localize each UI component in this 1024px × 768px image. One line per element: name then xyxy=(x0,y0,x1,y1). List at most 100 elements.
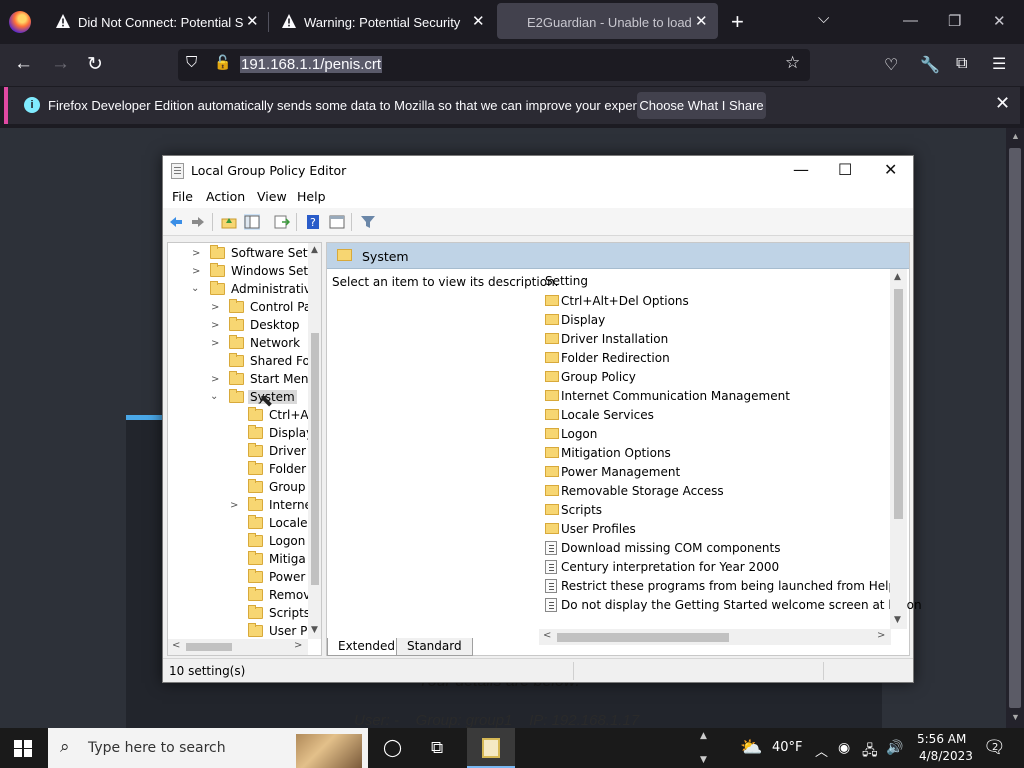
list-tabs-chevron-down-icon[interactable]: ⌵ xyxy=(818,10,829,27)
clock-date[interactable]: 4/8/2023 xyxy=(919,749,973,763)
weather-cloud-sun-icon[interactable]: ⛅ xyxy=(740,737,762,758)
expand-chevron-right-icon[interactable]: > xyxy=(192,248,200,259)
url-text[interactable]: 191.168.1.1/penis.crt xyxy=(240,56,383,73)
menu-help[interactable]: Help xyxy=(297,189,326,204)
window-title: Local Group Policy Editor xyxy=(191,163,347,178)
scroll-down-icon[interactable]: ▼ xyxy=(1011,712,1020,722)
reload-icon[interactable]: ↻ xyxy=(87,53,103,76)
expand-chevron-right-icon[interactable]: > xyxy=(211,302,219,313)
folder-icon xyxy=(248,587,263,601)
window-title-bar[interactable]: Local Group Policy Editor — ☐ ✕ xyxy=(163,156,913,186)
tab-close-icon[interactable]: ✕ xyxy=(472,12,485,30)
page-scroll-thumb[interactable] xyxy=(1009,148,1021,708)
menu-action[interactable]: Action xyxy=(206,189,245,204)
close-window-icon[interactable]: ✕ xyxy=(993,12,1006,30)
folder-icon xyxy=(545,314,559,325)
scroll-down-icon[interactable]: ▼ xyxy=(311,625,318,635)
firefox-logo-icon[interactable] xyxy=(9,11,31,33)
gpedit-app-icon xyxy=(171,163,184,179)
tree-horizontal-scrollbar[interactable]: < > xyxy=(168,639,308,655)
properties-icon[interactable] xyxy=(329,214,345,230)
clock-time[interactable]: 5:56 AM xyxy=(917,732,966,746)
scroll-up-icon[interactable]: ▲ xyxy=(1011,131,1020,141)
url-bar[interactable]: ⛉ 🔓 191.168.1.1/penis.crt ☆ xyxy=(178,49,810,81)
windows-start-icon[interactable] xyxy=(14,740,32,757)
tab-did-not-connect[interactable]: Did Not Connect: Potential Security Issu… xyxy=(44,0,264,44)
cortana-icon[interactable]: ◯ xyxy=(383,738,402,758)
page-scrollbar[interactable]: ▲ ▼ xyxy=(1006,128,1024,728)
tab-close-icon[interactable]: ✕ xyxy=(246,12,259,30)
settings-vertical-scrollbar[interactable]: ▲ ▼ xyxy=(890,269,907,629)
folder-icon xyxy=(545,428,559,439)
settings-scroll-thumb[interactable] xyxy=(894,289,903,519)
scroll-up-icon[interactable]: ▲ xyxy=(894,272,901,282)
setting-label: User Profiles xyxy=(561,522,636,536)
scroll-down-icon[interactable]: ▼ xyxy=(894,615,901,625)
tree-hscroll-thumb[interactable] xyxy=(186,643,232,651)
pocket-icon[interactable]: ♡ xyxy=(884,55,898,75)
tab-extended[interactable]: Extended xyxy=(327,638,406,656)
forward-arrow-icon[interactable] xyxy=(190,214,206,230)
scroll-left-icon[interactable]: < xyxy=(172,640,180,651)
choose-what-i-share-button[interactable]: Choose What I Share xyxy=(637,92,766,119)
wrench-icon[interactable]: 🔧 xyxy=(920,55,940,75)
volume-icon[interactable]: 🔊 xyxy=(886,740,903,756)
new-tab-icon[interactable]: + xyxy=(731,9,744,35)
setting-label: Scripts xyxy=(561,503,603,517)
forward-icon[interactable]: → xyxy=(51,53,70,75)
menu-hamburger-icon[interactable]: ☰ xyxy=(992,54,1006,74)
maximize-icon[interactable]: ☐ xyxy=(838,160,852,179)
help-icon[interactable]: ? xyxy=(305,214,321,230)
taskbar-app-gpedit[interactable] xyxy=(467,728,515,768)
scroll-up-icon[interactable]: ▲ xyxy=(311,245,318,255)
toolbar-separator xyxy=(296,213,297,231)
folder-icon xyxy=(229,371,244,385)
collapse-chevron-down-icon[interactable]: ⌄ xyxy=(210,391,218,402)
tab-close-icon[interactable]: ✕ xyxy=(695,12,708,30)
bookmark-star-icon[interactable]: ☆ xyxy=(785,53,800,73)
expand-chevron-right-icon[interactable]: > xyxy=(192,266,200,277)
collapse-chevron-down-icon[interactable]: ⌄ xyxy=(191,283,199,294)
taskbar-scroll-up-icon[interactable]: ▲ xyxy=(700,731,707,741)
expand-chevron-right-icon[interactable]: > xyxy=(211,338,219,349)
taskbar-scroll-down-icon[interactable]: ▼ xyxy=(700,755,707,765)
tree-scroll-thumb[interactable] xyxy=(311,333,319,585)
menu-file[interactable]: File xyxy=(172,189,193,204)
insecure-lock-icon[interactable]: 🔓 xyxy=(214,54,231,71)
folder-icon xyxy=(229,389,244,403)
extensions-icon[interactable]: ⧉ xyxy=(956,55,967,73)
record-status-icon[interactable]: ◉ xyxy=(838,740,850,756)
export-list-icon[interactable] xyxy=(274,214,290,230)
expand-chevron-right-icon[interactable]: > xyxy=(211,374,219,385)
minimize-icon[interactable]: — xyxy=(903,12,918,29)
column-header-setting[interactable]: Setting xyxy=(545,274,588,288)
minimize-icon[interactable]: — xyxy=(793,160,809,179)
network-icon[interactable]: 🖧 xyxy=(862,740,878,764)
menu-view[interactable]: View xyxy=(257,189,287,204)
back-arrow-icon[interactable] xyxy=(168,214,184,230)
close-notification-icon[interactable]: ✕ xyxy=(995,93,1010,114)
shield-icon[interactable]: ⛉ xyxy=(186,54,197,71)
warning-icon xyxy=(282,14,296,28)
scroll-right-icon[interactable]: > xyxy=(294,640,302,651)
expand-chevron-right-icon[interactable]: > xyxy=(211,320,219,331)
back-icon[interactable]: ← xyxy=(14,53,33,75)
filter-icon[interactable] xyxy=(360,214,376,230)
tree-node-label: Power xyxy=(269,570,306,584)
close-icon[interactable]: ✕ xyxy=(884,160,897,179)
tree-vertical-scrollbar[interactable]: ▲ ▼ xyxy=(308,243,321,639)
show-hidden-icons-chevron-up-icon[interactable]: ︿ xyxy=(815,741,828,760)
maximize-icon[interactable]: ❐ xyxy=(948,12,961,30)
tab-security-risk[interactable]: Warning: Potential Security Risk Ahead ✕ xyxy=(270,0,490,44)
task-view-icon[interactable]: ⧉ xyxy=(431,738,443,758)
up-folder-icon[interactable] xyxy=(221,214,237,230)
tab-standard[interactable]: Standard xyxy=(396,638,473,656)
scroll-right-icon[interactable]: > xyxy=(877,630,885,641)
user-details-line: User: - Group: group1 IP: 192.168.1.17 xyxy=(354,712,640,729)
taskbar-search-box[interactable]: ⌕ Type here to search xyxy=(48,728,368,768)
weather-temp[interactable]: 40°F xyxy=(772,740,803,755)
expand-chevron-right-icon[interactable]: > xyxy=(230,500,238,511)
tab-e2guardian[interactable]: E2Guardian - Unable to load web page ✕ xyxy=(497,3,718,39)
show-hide-tree-icon[interactable] xyxy=(244,214,260,230)
policy-tree: > Software Setti > Windows Sett ⌄ Admini… xyxy=(167,242,322,656)
